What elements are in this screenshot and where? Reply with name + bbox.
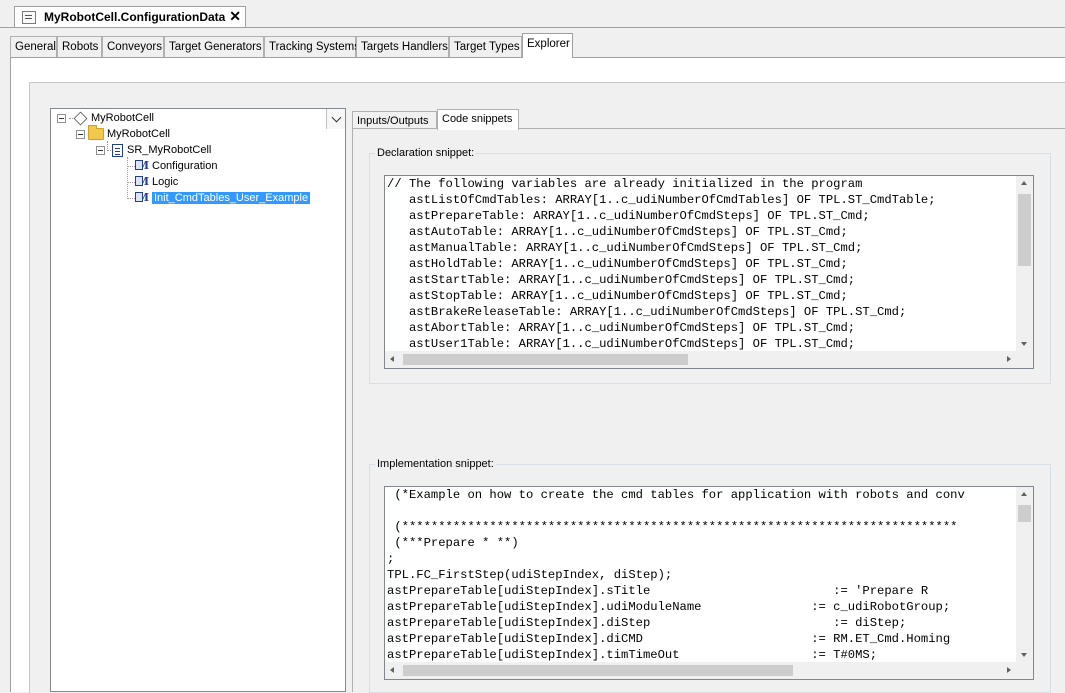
code-line: astStartTable: ARRAY[1..c_udiNumberOfCmd… [387,273,856,287]
scroll-down-icon[interactable] [1021,342,1027,346]
horizontal-scrollbar[interactable] [385,351,1016,368]
module-icon: M [135,175,149,189]
horizontal-scrollbar[interactable] [385,662,1016,679]
tree-item-logic[interactable]: M Logic [135,174,178,190]
vertical-scrollbar[interactable] [1016,487,1033,662]
collapse-icon[interactable] [57,113,66,123]
scroll-left-icon[interactable] [390,667,394,673]
robot-cell-icon [73,111,88,125]
code-line: astAbortTable: ARRAY[1..c_udiNumberOfCmd… [387,321,856,335]
document-tab[interactable]: MyRobotCell.ConfigurationData ✕ [14,6,246,27]
scroll-thumb[interactable] [403,354,688,365]
tree-item-label-selected: Init_CmdTables_User_Example [152,192,311,204]
scroll-down-icon[interactable] [1021,653,1027,657]
code-line: astPrepareTable: ARRAY[1..c_udiNumberOfC… [387,209,870,223]
scroll-thumb[interactable] [403,665,793,676]
declaration-code-box[interactable]: // The following variables are already i… [384,175,1034,369]
scroll-up-icon[interactable] [1021,181,1027,185]
code-line: (***************************************… [387,520,958,534]
tree-connector [127,198,135,199]
tab-general[interactable]: General [10,36,57,58]
code-line: // The following variables are already i… [387,177,863,191]
tree-connector [127,182,135,183]
tab-explorer[interactable]: Explorer [522,33,573,58]
tree-root-label: MyRobotCell [91,112,154,124]
program-icon [112,143,123,157]
implementation-label: Implementation snippet: [375,458,496,470]
code-line: astStopTable: ARRAY[1..c_udiNumberOfCmdS… [387,289,848,303]
tab-conveyors[interactable]: Conveyors [102,36,164,58]
module-icon: M [135,159,149,173]
code-line: astPrepareTable[udiStepIndex].sTitle := … [387,584,929,598]
tab-target-types[interactable]: Target Types [449,36,522,58]
collapse-icon[interactable] [76,129,85,139]
implementation-code[interactable]: (*Example on how to create the cmd table… [387,487,1016,662]
document-tab-bar: MyRobotCell.ConfigurationData ✕ [0,0,1065,28]
tree-item-configuration[interactable]: M Configuration [135,158,217,174]
tree-connector [127,157,128,199]
declaration-code[interactable]: // The following variables are already i… [387,176,1016,351]
tab-tracking-systems[interactable]: Tracking Systems [264,36,360,58]
tree-dropdown-button[interactable] [326,109,345,129]
tree-item-init-cmdtables[interactable]: M Init_CmdTables_User_Example [135,190,311,206]
close-icon[interactable]: ✕ [229,8,241,25]
tab-robots[interactable]: Robots [57,36,102,58]
tree-node-root[interactable]: MyRobotCell [57,110,154,126]
tab-target-generators[interactable]: Target Generators [164,36,264,58]
scroll-left-icon[interactable] [390,356,394,362]
scroll-thumb[interactable] [1018,194,1031,266]
tree-program-label: SR_MyRobotCell [127,144,212,156]
tree-node-program[interactable]: SR_MyRobotCell [96,142,211,158]
code-line: astPrepareTable[udiStepIndex].diCMD := R… [387,632,951,646]
tree-item-label: Configuration [152,160,218,172]
declaration-label: Declaration snippet: [375,147,477,159]
scroll-right-icon[interactable] [1007,667,1011,673]
tab-targets-handlers[interactable]: Targets Handlers [356,36,449,58]
scroll-corner [1016,351,1033,368]
implementation-code-box[interactable]: (*Example on how to create the cmd table… [384,486,1034,680]
code-line: astManualTable: ARRAY[1..c_udiNumberOfCm… [387,241,863,255]
folder-icon [88,125,104,140]
vertical-scrollbar[interactable] [1016,176,1033,351]
module-icon: M [135,191,149,205]
code-line: astHoldTable: ARRAY[1..c_udiNumberOfCmdS… [387,257,848,271]
config-file-icon [22,10,36,24]
code-line: astAutoTable: ARRAY[1..c_udiNumberOfCmdS… [387,225,848,239]
tab-code-snippets[interactable]: Code snippets [437,109,519,130]
scroll-thumb[interactable] [1018,505,1031,522]
tree-node-folder[interactable]: MyRobotCell [76,125,170,142]
code-line: astPrepareTable[udiStepIndex].timTimeOut… [387,648,878,662]
scroll-corner [1016,662,1033,679]
tree-item-label: Logic [152,176,179,188]
scroll-up-icon[interactable] [1021,492,1027,496]
code-line: ; [387,552,395,566]
document-title: MyRobotCell.ConfigurationData [44,10,226,24]
code-line: TPL.FC_FirstStep(udiStepIndex, diStep); [387,568,673,582]
code-line: (*Example on how to create the cmd table… [387,488,965,502]
code-line: astUser1Table: ARRAY[1..c_udiNumberOfCmd… [387,337,856,351]
code-line: astBrakeReleaseTable: ARRAY[1..c_udiNumb… [387,305,907,319]
code-line: astPrepareTable[udiStepIndex].udiModuleN… [387,600,951,614]
tree-connector [127,166,135,167]
project-tree[interactable]: MyRobotCell MyRobotCell SR_MyRobotCell M… [50,108,346,692]
code-line: astListOfCmdTables: ARRAY[1..c_udiNumber… [387,193,936,207]
scroll-right-icon[interactable] [1007,356,1011,362]
tree-folder-label: MyRobotCell [107,128,170,140]
collapse-icon[interactable] [96,145,105,155]
code-line: astPrepareTable[udiStepIndex].diStep := … [387,616,907,630]
page-tab-strip: General Robots Conveyors Target Generato… [10,33,1065,58]
code-line: (***Prepare * **) [387,536,519,550]
